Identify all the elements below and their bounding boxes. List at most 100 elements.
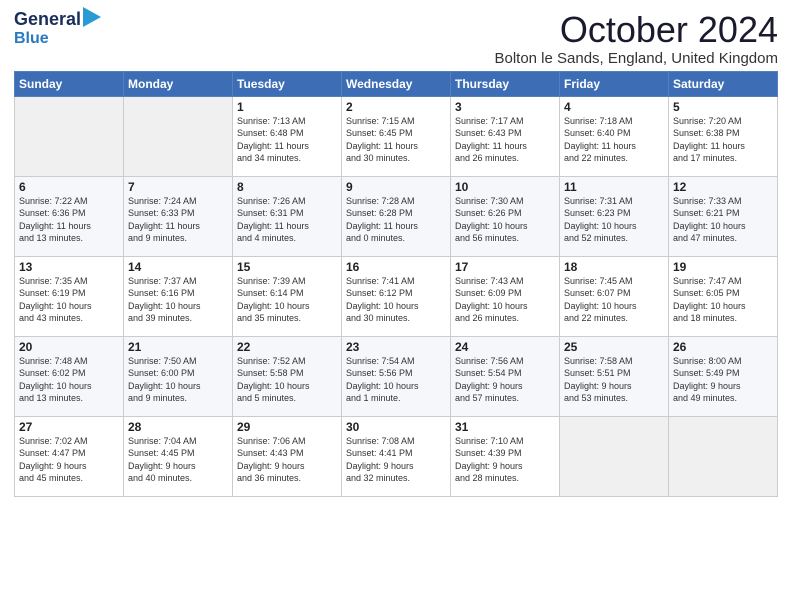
day-info: Sunrise: 7:31 AM Sunset: 6:23 PM Dayligh… xyxy=(564,195,664,245)
day-info: Sunrise: 7:10 AM Sunset: 4:39 PM Dayligh… xyxy=(455,435,555,485)
day-info: Sunrise: 7:43 AM Sunset: 6:09 PM Dayligh… xyxy=(455,275,555,325)
day-number: 11 xyxy=(564,180,664,194)
day-number: 23 xyxy=(346,340,446,354)
day-header-friday: Friday xyxy=(560,71,669,96)
day-number: 18 xyxy=(564,260,664,274)
day-info: Sunrise: 7:52 AM Sunset: 5:58 PM Dayligh… xyxy=(237,355,337,405)
day-header-saturday: Saturday xyxy=(669,71,778,96)
calendar-cell: 25Sunrise: 7:58 AM Sunset: 5:51 PM Dayli… xyxy=(560,336,669,416)
day-header-monday: Monday xyxy=(124,71,233,96)
calendar-cell xyxy=(669,416,778,496)
day-info: Sunrise: 7:18 AM Sunset: 6:40 PM Dayligh… xyxy=(564,115,664,165)
logo-arrow-icon xyxy=(83,7,101,27)
day-info: Sunrise: 7:33 AM Sunset: 6:21 PM Dayligh… xyxy=(673,195,773,245)
day-number: 16 xyxy=(346,260,446,274)
day-info: Sunrise: 7:47 AM Sunset: 6:05 PM Dayligh… xyxy=(673,275,773,325)
calendar-cell: 10Sunrise: 7:30 AM Sunset: 6:26 PM Dayli… xyxy=(451,176,560,256)
day-info: Sunrise: 7:54 AM Sunset: 5:56 PM Dayligh… xyxy=(346,355,446,405)
day-info: Sunrise: 7:06 AM Sunset: 4:43 PM Dayligh… xyxy=(237,435,337,485)
day-number: 10 xyxy=(455,180,555,194)
calendar-cell: 22Sunrise: 7:52 AM Sunset: 5:58 PM Dayli… xyxy=(233,336,342,416)
day-number: 31 xyxy=(455,420,555,434)
day-info: Sunrise: 7:15 AM Sunset: 6:45 PM Dayligh… xyxy=(346,115,446,165)
calendar-cell: 1Sunrise: 7:13 AM Sunset: 6:48 PM Daylig… xyxy=(233,96,342,176)
day-info: Sunrise: 7:04 AM Sunset: 4:45 PM Dayligh… xyxy=(128,435,228,485)
calendar-cell: 5Sunrise: 7:20 AM Sunset: 6:38 PM Daylig… xyxy=(669,96,778,176)
day-info: Sunrise: 7:24 AM Sunset: 6:33 PM Dayligh… xyxy=(128,195,228,245)
day-info: Sunrise: 7:20 AM Sunset: 6:38 PM Dayligh… xyxy=(673,115,773,165)
calendar-cell xyxy=(15,96,124,176)
day-number: 22 xyxy=(237,340,337,354)
day-number: 3 xyxy=(455,100,555,114)
day-info: Sunrise: 7:08 AM Sunset: 4:41 PM Dayligh… xyxy=(346,435,446,485)
day-info: Sunrise: 7:26 AM Sunset: 6:31 PM Dayligh… xyxy=(237,195,337,245)
calendar-cell: 20Sunrise: 7:48 AM Sunset: 6:02 PM Dayli… xyxy=(15,336,124,416)
calendar-cell: 30Sunrise: 7:08 AM Sunset: 4:41 PM Dayli… xyxy=(342,416,451,496)
calendar-week-row: 27Sunrise: 7:02 AM Sunset: 4:47 PM Dayli… xyxy=(15,416,778,496)
calendar-cell: 18Sunrise: 7:45 AM Sunset: 6:07 PM Dayli… xyxy=(560,256,669,336)
day-header-tuesday: Tuesday xyxy=(233,71,342,96)
day-number: 27 xyxy=(19,420,119,434)
day-number: 12 xyxy=(673,180,773,194)
calendar-cell: 29Sunrise: 7:06 AM Sunset: 4:43 PM Dayli… xyxy=(233,416,342,496)
day-number: 28 xyxy=(128,420,228,434)
calendar-header-row: SundayMondayTuesdayWednesdayThursdayFrid… xyxy=(15,71,778,96)
day-number: 17 xyxy=(455,260,555,274)
day-number: 30 xyxy=(346,420,446,434)
logo-text: General xyxy=(14,10,81,30)
day-header-sunday: Sunday xyxy=(15,71,124,96)
day-number: 2 xyxy=(346,100,446,114)
calendar-cell: 6Sunrise: 7:22 AM Sunset: 6:36 PM Daylig… xyxy=(15,176,124,256)
calendar-cell: 4Sunrise: 7:18 AM Sunset: 6:40 PM Daylig… xyxy=(560,96,669,176)
logo: General Blue xyxy=(14,10,101,47)
calendar-week-row: 6Sunrise: 7:22 AM Sunset: 6:36 PM Daylig… xyxy=(15,176,778,256)
day-info: Sunrise: 7:45 AM Sunset: 6:07 PM Dayligh… xyxy=(564,275,664,325)
calendar-week-row: 1Sunrise: 7:13 AM Sunset: 6:48 PM Daylig… xyxy=(15,96,778,176)
calendar-cell: 15Sunrise: 7:39 AM Sunset: 6:14 PM Dayli… xyxy=(233,256,342,336)
header: General Blue October 2024 Bolton le Sand… xyxy=(14,10,778,67)
day-info: Sunrise: 7:58 AM Sunset: 5:51 PM Dayligh… xyxy=(564,355,664,405)
day-header-wednesday: Wednesday xyxy=(342,71,451,96)
day-number: 8 xyxy=(237,180,337,194)
day-number: 24 xyxy=(455,340,555,354)
calendar-cell: 7Sunrise: 7:24 AM Sunset: 6:33 PM Daylig… xyxy=(124,176,233,256)
day-number: 25 xyxy=(564,340,664,354)
day-number: 9 xyxy=(346,180,446,194)
day-info: Sunrise: 7:02 AM Sunset: 4:47 PM Dayligh… xyxy=(19,435,119,485)
calendar-table: SundayMondayTuesdayWednesdayThursdayFrid… xyxy=(14,71,778,497)
calendar-cell: 9Sunrise: 7:28 AM Sunset: 6:28 PM Daylig… xyxy=(342,176,451,256)
day-number: 14 xyxy=(128,260,228,274)
day-info: Sunrise: 7:39 AM Sunset: 6:14 PM Dayligh… xyxy=(237,275,337,325)
day-number: 26 xyxy=(673,340,773,354)
title-block: October 2024 Bolton le Sands, England, U… xyxy=(494,10,778,67)
day-number: 1 xyxy=(237,100,337,114)
day-info: Sunrise: 7:48 AM Sunset: 6:02 PM Dayligh… xyxy=(19,355,119,405)
day-number: 21 xyxy=(128,340,228,354)
page-container: General Blue October 2024 Bolton le Sand… xyxy=(0,0,792,503)
day-info: Sunrise: 7:13 AM Sunset: 6:48 PM Dayligh… xyxy=(237,115,337,165)
day-number: 15 xyxy=(237,260,337,274)
calendar-cell: 13Sunrise: 7:35 AM Sunset: 6:19 PM Dayli… xyxy=(15,256,124,336)
calendar-cell: 27Sunrise: 7:02 AM Sunset: 4:47 PM Dayli… xyxy=(15,416,124,496)
calendar-cell: 28Sunrise: 7:04 AM Sunset: 4:45 PM Dayli… xyxy=(124,416,233,496)
day-info: Sunrise: 7:50 AM Sunset: 6:00 PM Dayligh… xyxy=(128,355,228,405)
calendar-cell: 19Sunrise: 7:47 AM Sunset: 6:05 PM Dayli… xyxy=(669,256,778,336)
day-number: 29 xyxy=(237,420,337,434)
calendar-cell: 16Sunrise: 7:41 AM Sunset: 6:12 PM Dayli… xyxy=(342,256,451,336)
day-info: Sunrise: 7:22 AM Sunset: 6:36 PM Dayligh… xyxy=(19,195,119,245)
calendar-cell: 24Sunrise: 7:56 AM Sunset: 5:54 PM Dayli… xyxy=(451,336,560,416)
day-number: 7 xyxy=(128,180,228,194)
calendar-week-row: 20Sunrise: 7:48 AM Sunset: 6:02 PM Dayli… xyxy=(15,336,778,416)
location-subtitle: Bolton le Sands, England, United Kingdom xyxy=(494,50,778,67)
month-title: October 2024 xyxy=(494,10,778,50)
day-info: Sunrise: 8:00 AM Sunset: 5:49 PM Dayligh… xyxy=(673,355,773,405)
day-info: Sunrise: 7:30 AM Sunset: 6:26 PM Dayligh… xyxy=(455,195,555,245)
calendar-cell xyxy=(560,416,669,496)
calendar-cell: 23Sunrise: 7:54 AM Sunset: 5:56 PM Dayli… xyxy=(342,336,451,416)
calendar-cell: 14Sunrise: 7:37 AM Sunset: 6:16 PM Dayli… xyxy=(124,256,233,336)
day-info: Sunrise: 7:56 AM Sunset: 5:54 PM Dayligh… xyxy=(455,355,555,405)
day-header-thursday: Thursday xyxy=(451,71,560,96)
day-info: Sunrise: 7:28 AM Sunset: 6:28 PM Dayligh… xyxy=(346,195,446,245)
day-info: Sunrise: 7:41 AM Sunset: 6:12 PM Dayligh… xyxy=(346,275,446,325)
day-info: Sunrise: 7:17 AM Sunset: 6:43 PM Dayligh… xyxy=(455,115,555,165)
